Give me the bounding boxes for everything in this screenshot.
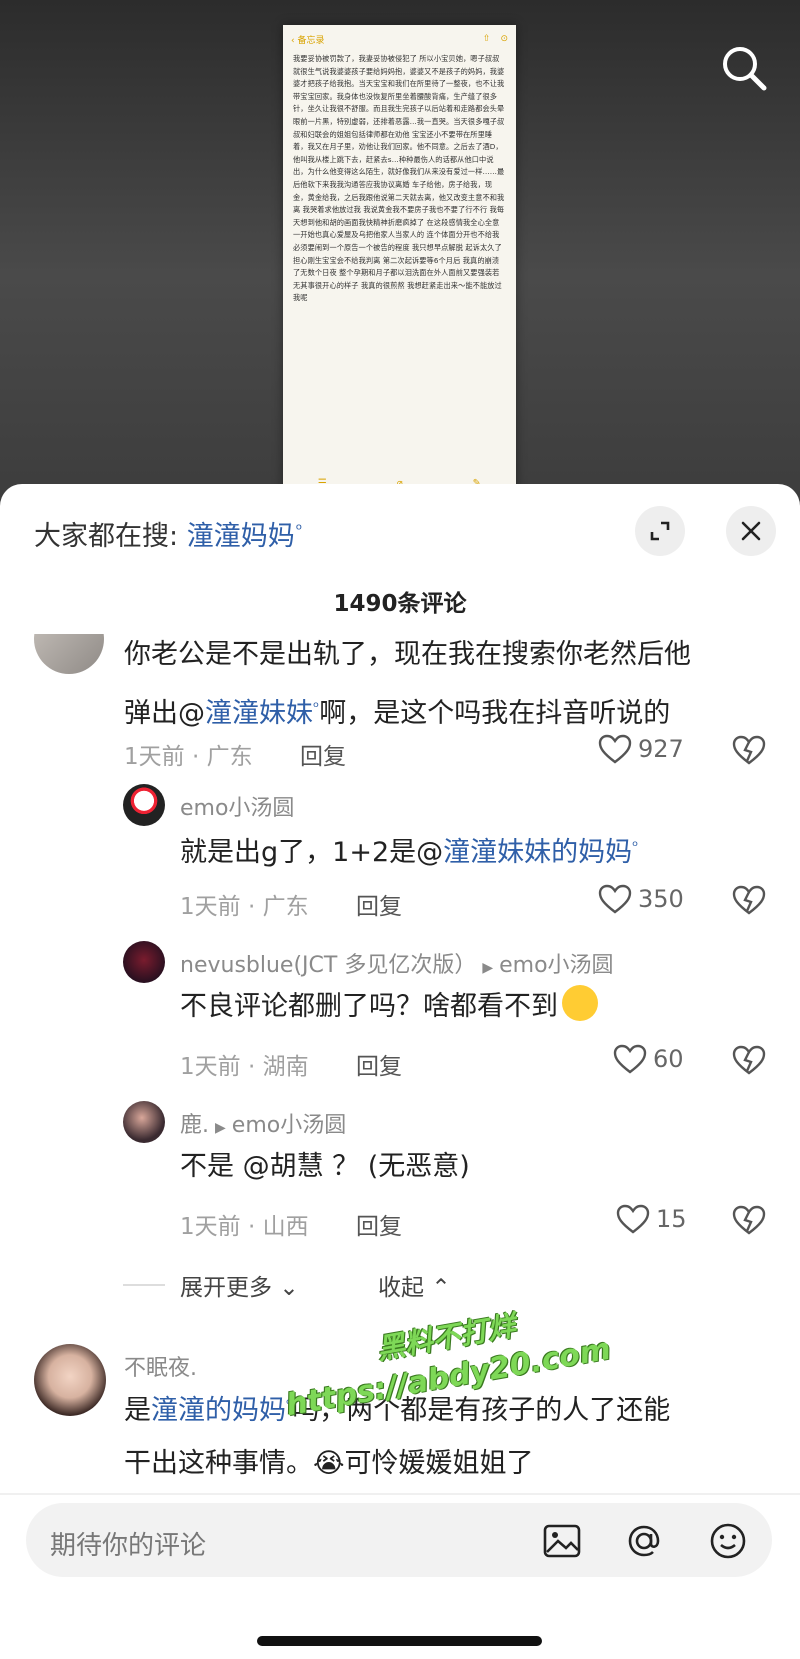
reply-arrow-icon: ▶ bbox=[215, 1120, 226, 1136]
reply-item: nevusblue(JCT 多见亿次版） ▶ emo小汤圆 不良评论都删了吗？啥都看… bbox=[0, 941, 800, 1104]
avatar[interactable] bbox=[123, 784, 165, 826]
comment-username[interactable]: nevusblue(JCT 多见亿次版） ▶ emo小汤圆 bbox=[180, 947, 614, 979]
video-area[interactable]: ‹ 备忘录 ⇧ ⊙ 我要妥协被罚款了，我妻妥协被侵犯了 所以小宝贝她，嗯子叔叔就很… bbox=[0, 0, 800, 500]
image-button[interactable] bbox=[540, 1519, 584, 1563]
search-suggestion[interactable]: 大家都在搜: 潼潼妈妈ᵒ bbox=[34, 514, 302, 553]
like-button[interactable]: 350 bbox=[598, 884, 684, 914]
share-icon: ⇧ bbox=[482, 34, 491, 44]
replies-control-row: 展开更多 ⌄ 收起 ⌃ bbox=[0, 1264, 800, 1314]
note-back-label: ‹ 备忘录 bbox=[291, 35, 325, 46]
like-button[interactable]: 15 bbox=[616, 1204, 687, 1234]
comment-text[interactable]: 是潼潼的妈妈ᵒ吗，两个都是有孩子的人了还能 干出这种事情。😭可怜媛媛姐姐了 bbox=[124, 1378, 670, 1484]
reply-button[interactable]: 回复 bbox=[356, 1047, 402, 1081]
heart-icon bbox=[598, 884, 632, 914]
heart-icon bbox=[613, 1044, 647, 1074]
mention-link[interactable]: 潼潼妹妹的妈妈 bbox=[443, 837, 632, 868]
expand-button[interactable] bbox=[635, 506, 685, 556]
reply-button[interactable]: 回复 bbox=[300, 737, 346, 771]
dislike-button[interactable] bbox=[732, 885, 766, 919]
comment-username[interactable]: 鹿. ▶ emo小汤圆 bbox=[180, 1107, 346, 1139]
comment-input[interactable]: 期待你的评论 bbox=[26, 1503, 772, 1577]
comment-input-placeholder: 期待你的评论 bbox=[50, 1531, 207, 1561]
dislike-button[interactable] bbox=[732, 1205, 766, 1239]
reply-arrow-icon: ▶ bbox=[482, 960, 494, 976]
notes-screenshot: ‹ 备忘录 ⇧ ⊙ 我要妥协被罚款了，我妻妥协被侵犯了 所以小宝贝她，嗯子叔叔就很… bbox=[283, 25, 516, 495]
mention-link[interactable]: 潼潼妹妹 bbox=[205, 698, 313, 729]
comment-sheet: 大家都在搜: 潼潼妈妈ᵒ 1490条评论 你老公是不是出轨了，现在我在搜索你老然… bbox=[0, 484, 800, 1659]
comment-meta: 1天前 · 湖南 bbox=[180, 1054, 309, 1080]
heart-icon bbox=[598, 734, 632, 764]
home-indicator bbox=[257, 1636, 542, 1646]
comment-meta: 1天前 · 广东 bbox=[180, 894, 309, 920]
comment-item: 你老公是不是出轨了，现在我在搜索你老然后他 弹出@潼潼妹妹ᵒ啊，是这个吗我在抖音… bbox=[0, 634, 800, 784]
comment-meta: 1天前 · 山西 bbox=[180, 1214, 309, 1240]
emoji-button[interactable] bbox=[706, 1519, 750, 1563]
note-toolbar: ‹ 备忘录 ⇧ ⊙ bbox=[283, 25, 516, 53]
broken-heart-icon bbox=[732, 1205, 766, 1235]
close-icon bbox=[741, 521, 761, 541]
heart-icon bbox=[616, 1204, 650, 1234]
reply-item: 鹿. ▶ emo小汤圆 不是 @胡慧 ？ (无恶意) 1天前 · 山西 回复 15 bbox=[0, 1101, 800, 1264]
search-keyword[interactable]: 潼潼妈妈 bbox=[187, 521, 295, 552]
like-button[interactable]: 927 bbox=[598, 734, 684, 764]
avatar[interactable] bbox=[34, 1344, 106, 1416]
comment-username[interactable]: emo小汤圆 bbox=[180, 790, 294, 822]
comment-count: 1490条评论 bbox=[333, 591, 467, 617]
comment-text[interactable]: 你老公是不是出轨了，现在我在搜索你老然后他 弹出@潼潼妹妹ᵒ啊，是这个吗我在抖音… bbox=[124, 634, 691, 740]
more-icon: ⊙ bbox=[500, 34, 508, 44]
input-divider bbox=[0, 1493, 800, 1495]
like-count: 350 bbox=[638, 885, 684, 913]
search-icon bbox=[723, 47, 767, 91]
collapse-button[interactable]: 收起 ⌃ bbox=[378, 1268, 451, 1302]
broken-heart-icon bbox=[732, 735, 766, 765]
reply-button[interactable]: 回复 bbox=[356, 1207, 402, 1241]
note-top-icons: ⇧ ⊙ bbox=[483, 34, 508, 44]
broken-heart-icon bbox=[732, 1045, 766, 1075]
expand-more-button[interactable]: 展开更多 ⌄ bbox=[180, 1268, 299, 1302]
chevron-up-icon: ⌃ bbox=[431, 1275, 451, 1301]
emoji-icon bbox=[710, 1523, 746, 1559]
crying-laughing-emoji-icon bbox=[562, 985, 598, 1021]
avatar[interactable] bbox=[123, 1101, 165, 1143]
comment-text[interactable]: 就是出g了，1+2是@潼潼妹妹的妈妈ᵒ bbox=[180, 820, 638, 879]
reply-button[interactable]: 回复 bbox=[356, 887, 402, 921]
avatar[interactable] bbox=[123, 941, 165, 983]
reply-item: emo小汤圆 就是出g了，1+2是@潼潼妹妹的妈妈ᵒ 1天前 · 广东 回复 3… bbox=[0, 784, 800, 944]
mention-button[interactable] bbox=[622, 1519, 666, 1563]
close-button[interactable] bbox=[726, 506, 776, 556]
chevron-down-icon: ⌄ bbox=[279, 1275, 299, 1301]
like-button[interactable]: 60 bbox=[613, 1044, 684, 1074]
mention-link[interactable]: 潼潼的妈妈 bbox=[151, 1395, 286, 1426]
comment-meta: 1天前 · 广东 bbox=[124, 744, 253, 770]
comment-text[interactable]: 不是 @胡慧 ？ (无恶意) bbox=[180, 1140, 470, 1193]
avatar[interactable] bbox=[34, 634, 104, 674]
dislike-button[interactable] bbox=[732, 735, 766, 769]
at-icon bbox=[628, 1525, 660, 1557]
search-mini-icon: ᵒ bbox=[295, 520, 303, 539]
like-count: 927 bbox=[638, 735, 684, 763]
search-button[interactable] bbox=[716, 40, 772, 96]
search-mini-icon: ᵒ bbox=[632, 837, 639, 855]
divider bbox=[123, 1284, 165, 1286]
comment-list: 你老公是不是出轨了，现在我在搜索你老然后他 弹出@潼潼妹妹ᵒ啊，是这个吗我在抖音… bbox=[0, 634, 800, 1484]
broken-heart-icon bbox=[732, 885, 766, 915]
like-count: 60 bbox=[653, 1045, 684, 1073]
expand-icon bbox=[650, 521, 670, 541]
like-count: 15 bbox=[656, 1205, 687, 1233]
comment-item: 不眠夜. 是潼潼的妈妈ᵒ吗，两个都是有孩子的人了还能 干出这种事情。😭可怜媛媛姐… bbox=[0, 1344, 800, 1484]
image-icon bbox=[543, 1524, 581, 1558]
comment-text[interactable]: 不良评论都删了吗？啥都看不到 bbox=[180, 980, 598, 1033]
dislike-button[interactable] bbox=[732, 1045, 766, 1079]
note-body: 我要妥协被罚款了，我妻妥协被侵犯了 所以小宝贝她，嗯子叔叔就很生气说我婆婆孩子要… bbox=[293, 54, 505, 303]
